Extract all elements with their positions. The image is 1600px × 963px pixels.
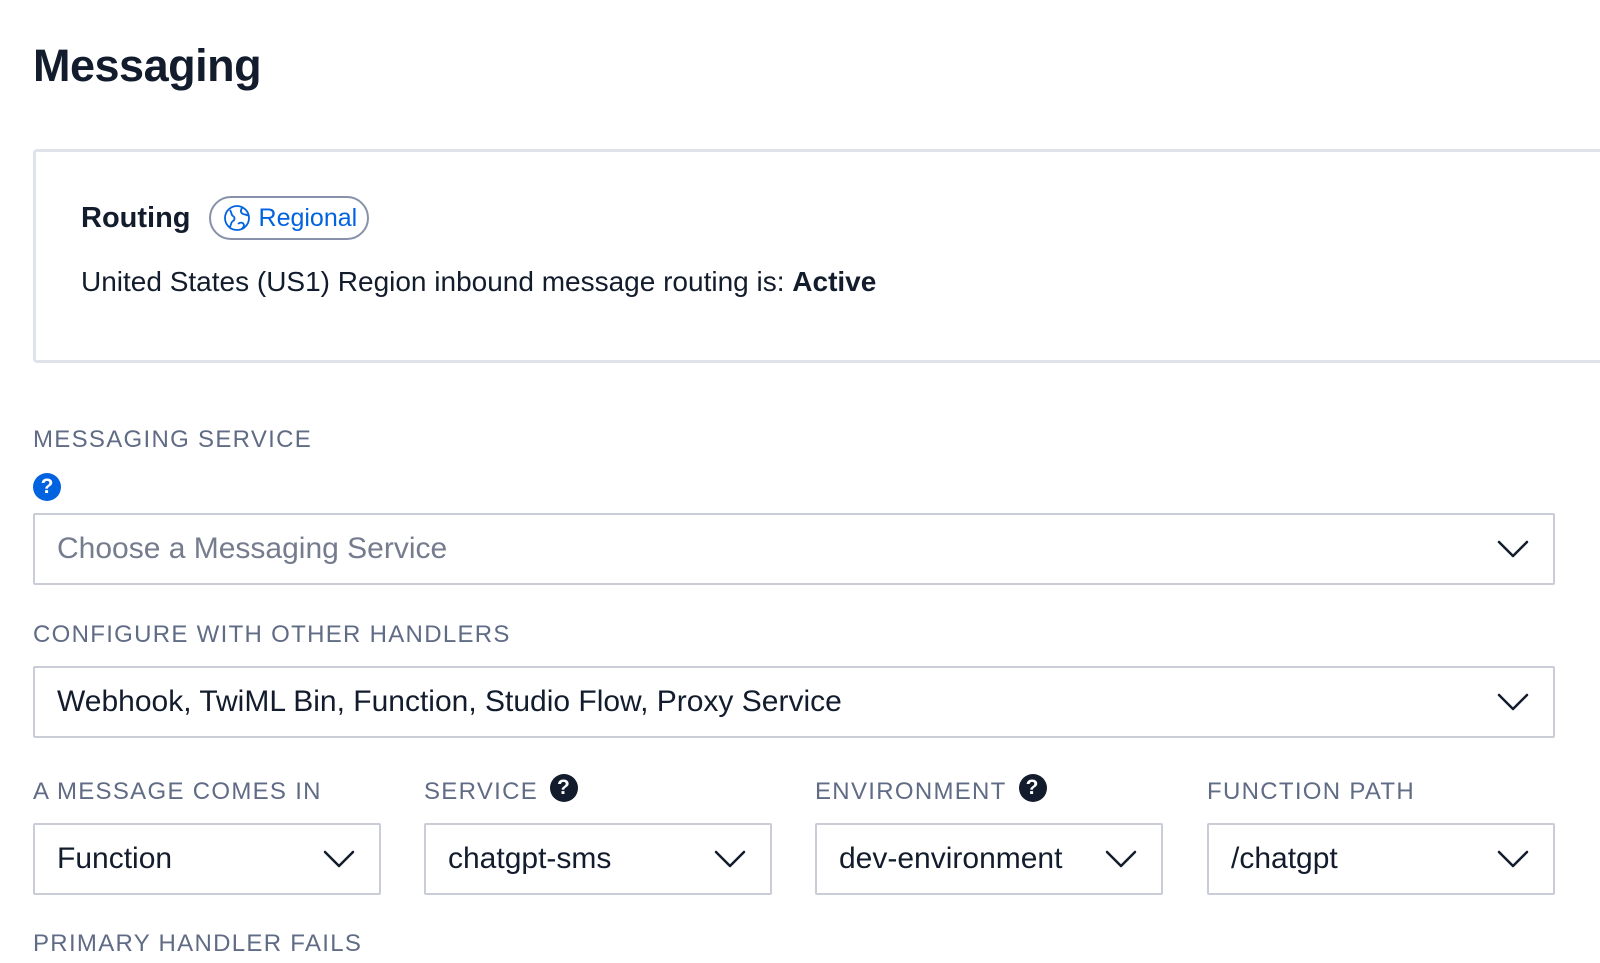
other-handlers-label: CONFIGURE WITH OTHER HANDLERS [33, 621, 511, 649]
messaging-service-placeholder: Choose a Messaging Service [57, 532, 448, 565]
help-icon[interactable]: ? [33, 473, 61, 501]
function-path-select[interactable]: /chatgpt [1207, 823, 1555, 895]
page-title: Messaging [33, 40, 262, 91]
service-label: SERVICE ? [424, 774, 579, 806]
message-comes-in-select[interactable]: Function [33, 823, 381, 895]
service-label-text: SERVICE [424, 778, 539, 805]
regional-badge: Regional [208, 196, 370, 240]
help-icon[interactable]: ? [550, 774, 579, 802]
messaging-service-label: MESSAGING SERVICE [33, 426, 312, 454]
other-handlers-select[interactable]: Webhook, TwiML Bin, Function, Studio Flo… [33, 666, 1555, 738]
messaging-service-select[interactable]: Choose a Messaging Service [33, 513, 1555, 585]
routing-header: Routing Regional [81, 196, 370, 240]
chevron-down-icon [323, 850, 355, 868]
environment-select[interactable]: dev-environment [815, 823, 1163, 895]
other-handlers-value: Webhook, TwiML Bin, Function, Studio Flo… [57, 685, 842, 718]
service-select[interactable]: chatgpt-sms [424, 823, 772, 895]
regional-badge-label: Regional [258, 203, 358, 232]
service-value: chatgpt-sms [448, 842, 612, 875]
other-handlers-label-text: CONFIGURE WITH OTHER HANDLERS [33, 621, 511, 648]
routing-status-prefix: United States (US1) Region inbound messa… [81, 266, 793, 297]
chevron-down-icon [714, 850, 746, 868]
environment-value: dev-environment [839, 842, 1063, 875]
function-path-label-text: FUNCTION PATH [1207, 778, 1415, 805]
help-icon[interactable]: ? [1018, 774, 1047, 802]
environment-label-text: ENVIRONMENT [815, 778, 1007, 805]
message-comes-in-label: A MESSAGE COMES IN [33, 778, 322, 806]
message-comes-in-value: Function [57, 842, 173, 875]
routing-status-text: United States (US1) Region inbound messa… [81, 266, 876, 298]
routing-title: Routing [81, 201, 191, 234]
function-path-label: FUNCTION PATH [1207, 778, 1415, 806]
message-comes-in-label-text: A MESSAGE COMES IN [33, 778, 322, 805]
routing-status-value: Active [792, 266, 877, 297]
chevron-down-icon [1497, 693, 1529, 711]
chevron-down-icon [1497, 850, 1529, 868]
primary-handler-fails-label: PRIMARY HANDLER FAILS [33, 930, 363, 957]
globe-icon [223, 204, 251, 232]
environment-label: ENVIRONMENT ? [815, 774, 1047, 806]
routing-card: Routing Regional United States (US1) Reg… [33, 149, 1600, 363]
function-path-value: /chatgpt [1231, 842, 1338, 875]
chevron-down-icon [1497, 540, 1529, 558]
chevron-down-icon [1105, 850, 1137, 868]
messaging-service-label-text: MESSAGING SERVICE [33, 426, 313, 453]
